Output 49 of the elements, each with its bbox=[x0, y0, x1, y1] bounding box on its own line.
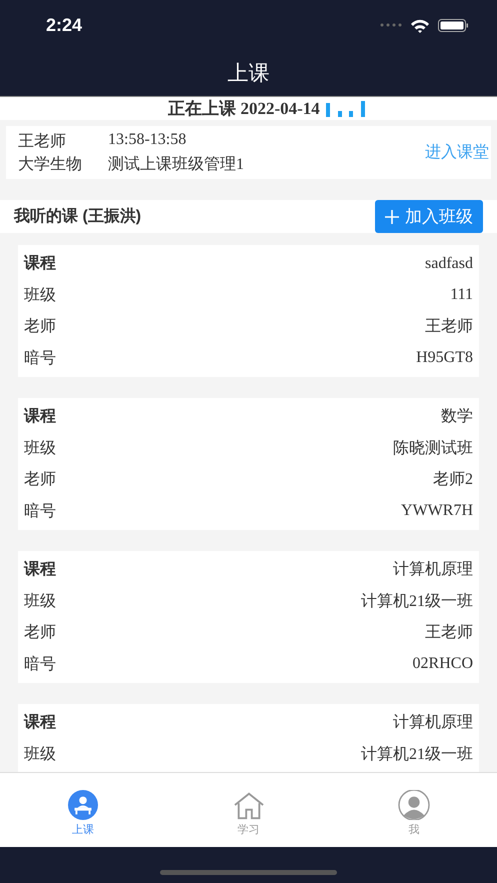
field-label: 老师 bbox=[24, 316, 56, 338]
field-label: 课程 bbox=[24, 712, 56, 734]
field-value: 老师2 bbox=[433, 470, 473, 490]
field-label: 班级 bbox=[24, 744, 56, 765]
class-name: 测试上课班级管理1 bbox=[108, 154, 245, 174]
field-label: 课程 bbox=[24, 560, 56, 580]
field-label: 老师 bbox=[24, 470, 56, 490]
field-value: 数学 bbox=[441, 407, 473, 428]
field-value: 计算机原理 bbox=[393, 712, 473, 734]
home-icon bbox=[232, 790, 266, 820]
plus-icon bbox=[385, 210, 399, 224]
field-value: 计算机21级一班 bbox=[361, 744, 473, 765]
tab-item[interactable]: 上课 bbox=[0, 773, 166, 847]
tab-item[interactable]: 我 bbox=[331, 773, 497, 847]
field-label: 老师 bbox=[24, 622, 56, 644]
join-class-button[interactable]: 加入班级 bbox=[375, 200, 483, 233]
course-name: 大学生物 bbox=[18, 154, 83, 174]
field-value: 计算机21级一班 bbox=[361, 592, 473, 612]
field-label: 课程 bbox=[24, 254, 56, 274]
live-bars-icon bbox=[326, 100, 365, 116]
field-value: H95GT8 bbox=[416, 349, 473, 368]
section-title: 我听的课 (王振洪) bbox=[14, 206, 142, 227]
battery-icon bbox=[438, 18, 469, 32]
field-label: 暗号 bbox=[24, 654, 56, 675]
field-value: 王老师 bbox=[425, 622, 473, 644]
page-title: 上课 bbox=[228, 61, 270, 87]
field-label: 班级 bbox=[24, 438, 56, 459]
teacher-icon bbox=[66, 790, 100, 820]
field-label: 班级 bbox=[24, 592, 56, 612]
wifi-icon bbox=[410, 18, 430, 32]
field-value: 111 bbox=[450, 286, 473, 304]
field-label: 班级 bbox=[24, 286, 56, 306]
user-icon bbox=[397, 790, 432, 820]
signal-icon bbox=[380, 22, 402, 28]
field-value: sadfasd bbox=[425, 254, 473, 273]
status-time: 2:24 bbox=[46, 14, 84, 36]
live-status-text: 正在上课 2022-04-14 bbox=[168, 98, 320, 120]
field-value: 02RHCO bbox=[412, 655, 473, 674]
field-value: 陈晓测试班 bbox=[393, 438, 473, 459]
tab-item[interactable]: 学习 bbox=[166, 773, 332, 847]
field-value: 王老师 bbox=[425, 316, 473, 338]
field-value: YWWR7H bbox=[401, 502, 473, 520]
enter-classroom-link[interactable]: 进入课堂 bbox=[425, 142, 489, 163]
teacher-name: 王老师 bbox=[18, 132, 67, 152]
field-label: 课程 bbox=[24, 406, 56, 428]
class-time: 13:58-13:58 bbox=[108, 130, 188, 150]
field-label: 暗号 bbox=[24, 502, 56, 522]
field-value: 计算机原理 bbox=[393, 560, 473, 580]
field-label: 暗号 bbox=[24, 348, 56, 369]
